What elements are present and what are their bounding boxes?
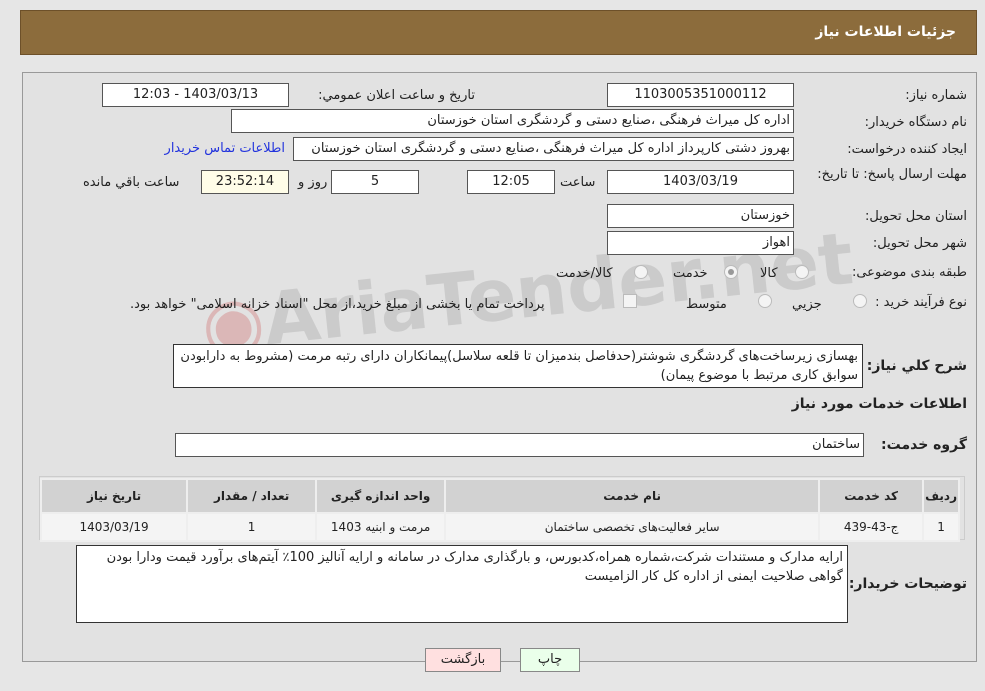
- cell-date: 1403/03/19: [39, 512, 189, 542]
- process-label: نوع فرآيند خريد :: [875, 295, 967, 310]
- cell-row: 1: [922, 512, 960, 542]
- table-row: 1 ج-43-439 سایر فعالیت‌های تخصصی ساختمان…: [39, 512, 960, 542]
- cell-unit: مرمت و ابنیه 1403: [315, 512, 447, 542]
- summary-label: شرح کلي نياز:: [866, 358, 967, 374]
- category-label: طبقه بندی موضوعی:: [851, 265, 967, 280]
- notes-textarea[interactable]: ارایه مدارک و مستندات شرکت،شماره همراه،ک…: [76, 545, 848, 623]
- category-option-goods-service: کالا/خدمت: [556, 266, 613, 281]
- remaining-time-field: 23:52:14: [201, 170, 289, 194]
- announce-field: 1403/03/13 - 12:03: [102, 83, 289, 107]
- services-title: اطلاعات خدمات مورد نياز: [791, 396, 967, 412]
- col-qty: تعداد / مقدار: [186, 478, 318, 514]
- process-option-minor: جزيي: [792, 297, 822, 312]
- process-radio-minor[interactable]: [853, 294, 867, 308]
- deadline-time-field: 12:05: [467, 170, 555, 194]
- announce-label: تاریخ و ساعت اعلان عمومي:: [318, 88, 475, 103]
- creator-label: ايجاد کننده درخواست:: [847, 142, 967, 157]
- col-code: کد خدمت: [818, 478, 925, 514]
- buyer-field: اداره کل میراث فرهنگی ،صنایع دستی و گردش…: [231, 109, 794, 133]
- print-button[interactable]: چاپ: [520, 648, 580, 672]
- service-group-field: ساختمان: [175, 433, 864, 457]
- category-radio-goods-service[interactable]: [634, 265, 648, 279]
- province-label: استان محل تحويل:: [865, 209, 967, 224]
- creator-field: بهروز دشتی کارپرداز اداره کل میراث فرهنگ…: [293, 137, 794, 161]
- page-title: جزئیات اطلاعات نیاز: [815, 24, 956, 40]
- city-label: شهر محل تحويل:: [872, 236, 967, 251]
- category-option-service: خدمت: [673, 266, 708, 281]
- col-name: نام خدمت: [444, 478, 821, 514]
- table-header-row: رديف کد خدمت نام خدمت واحد اندازه گيری ت…: [39, 478, 960, 514]
- city-field: اهواز: [607, 231, 794, 255]
- category-radio-service[interactable]: [724, 265, 738, 279]
- process-option-medium: متوسط: [686, 297, 727, 312]
- need-number-label: شماره نیاز:: [905, 88, 967, 103]
- deadline-label: مهلت ارسال پاسخ: تا تاريخ:: [817, 167, 967, 182]
- category-option-goods: کالا: [760, 266, 778, 281]
- cell-code: ج-43-439: [818, 512, 925, 542]
- page-header: جزئیات اطلاعات نیاز: [20, 10, 977, 55]
- cell-qty: 1: [186, 512, 318, 542]
- summary-textarea[interactable]: بهسازی زیرساخت‌های گردشگری شوشتر(حدفاصل …: [173, 344, 863, 388]
- notes-label: توضيحات خريدار:: [848, 576, 967, 592]
- col-date: تاريخ نياز: [39, 478, 189, 514]
- buyer-contact-link[interactable]: اطلاعات تماس خريدار: [165, 141, 285, 156]
- remaining-label: ساعت باقي مانده: [83, 175, 180, 190]
- service-group-label: گروه خدمت:: [881, 437, 967, 453]
- category-radio-goods[interactable]: [795, 265, 809, 279]
- back-button[interactable]: بازگشت: [425, 648, 501, 672]
- province-field: خوزستان: [607, 204, 794, 228]
- need-number-field: 1103005351000112: [607, 83, 794, 107]
- days-field: 5: [331, 170, 419, 194]
- time-label: ساعت: [560, 175, 596, 190]
- payment-note: پرداخت تمام يا بخشی از مبلغ خريد،از محل …: [130, 297, 545, 312]
- col-row: رديف: [922, 478, 960, 514]
- payment-checkbox[interactable]: [623, 294, 637, 308]
- col-unit: واحد اندازه گيری: [315, 478, 447, 514]
- process-radio-medium[interactable]: [758, 294, 772, 308]
- cell-name: سایر فعالیت‌های تخصصی ساختمان: [444, 512, 821, 542]
- deadline-date-field: 1403/03/19: [607, 170, 794, 194]
- services-table: رديف کد خدمت نام خدمت واحد اندازه گيری ت…: [39, 478, 960, 542]
- buyer-label: نام دستگاه خريدار:: [864, 115, 967, 130]
- days-label: روز و: [298, 175, 328, 190]
